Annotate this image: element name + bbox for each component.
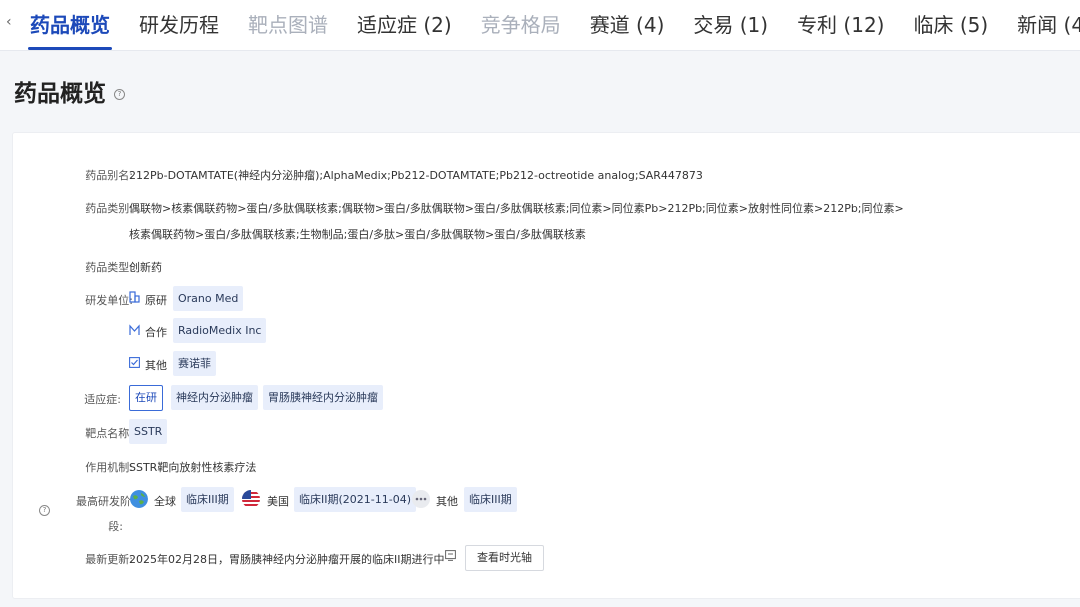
developer-tag-1[interactable]: Orano Med [173, 286, 244, 311]
alias-label: 药品别名: [85, 169, 133, 182]
phase-tag-1[interactable]: 临床III期 [181, 487, 234, 512]
phase-label-line1: 最高研发阶 [76, 495, 131, 508]
page-title-text: 药品概览 [14, 81, 106, 107]
target-tag[interactable]: SSTR [129, 419, 168, 444]
phase-tag-2[interactable]: 临床II期(2021-11-04) [294, 487, 416, 512]
target-label: 靶点名称: [85, 427, 133, 440]
phase-label-line2: 段: [108, 520, 123, 533]
checkbox-icon [129, 357, 140, 371]
phase-help-icon[interactable]: ? [39, 505, 50, 516]
overview-card: 药品别名: 212Pb-DOTAMTATE(神经内分泌肿瘤);AlphaMedi… [12, 132, 1080, 599]
indication-tag-2[interactable]: 胃肠胰神经内分泌肿瘤 [263, 385, 383, 410]
type-label: 药品类型: [85, 261, 133, 274]
phase-region-2: 美国 [267, 495, 289, 508]
tabs: 药品概览 研发历程 靶点图谱 适应症 (2) 竞争格局 赛道 (4) 交易 (1) 专利 (1… [28, 0, 1080, 50]
tab-4[interactable]: 适应症 (2) [357, 0, 452, 50]
category-label: 药品类别: [85, 202, 133, 215]
tab-bar: ‹ 药品概览 研发历程 靶点图谱 适应症 (2) 竞争格局 赛道 (4) 交易 (1) 专利 … [0, 0, 1080, 51]
mechanism-label: 作用机制: [85, 461, 133, 474]
globe-icon [130, 490, 148, 508]
tab-5: 竞争格局 [480, 13, 561, 37]
mechanism-value: SSTR靶向放射性核素疗法 [129, 461, 257, 474]
tab-2[interactable]: 研发历程 [139, 0, 219, 50]
indication-tag-1[interactable]: 神经内分泌肿瘤 [171, 385, 258, 410]
indication-label: 适应症: [84, 393, 121, 406]
tab-7[interactable]: 交易 (1) [693, 0, 768, 50]
more-icon [412, 490, 430, 508]
category-line2: 核素偶联药物>蛋白/多肽偶联核素;生物制品;蛋白/多肽>蛋白/多肽偶联物>蛋白/… [129, 228, 586, 241]
page-title: 药品概览? [14, 74, 125, 108]
alias-value: 212Pb-DOTAMTATE(神经内分泌肿瘤);AlphaMedix;Pb21… [129, 169, 703, 182]
developer-label: 研发单位: [85, 294, 133, 307]
help-icon[interactable]: ? [114, 89, 125, 100]
category-line1: 偶联物>核素偶联药物>蛋白/多肽偶联核素;偶联物>蛋白/多肽偶联物>蛋白/多肽偶… [129, 202, 904, 215]
update-value: 2025年02月28日，胃肠胰神经内分泌肿瘤开展的临床II期进行中 [129, 553, 445, 566]
phase-tag-3[interactable]: 临床III期 [464, 487, 517, 512]
tab-10[interactable]: 新闻 (4) [1017, 0, 1080, 50]
update-label: 最新更新: [85, 553, 133, 566]
developer-tag-2[interactable]: RadioMedix Inc [173, 318, 267, 343]
developer-role-3: 其他 [145, 359, 167, 372]
tab-3: 靶点图谱 [248, 13, 328, 37]
tab-6[interactable]: 赛道 (4) [590, 0, 665, 50]
view-timeline-button[interactable]: 查看时光轴 [465, 545, 544, 571]
scroll-left-icon[interactable]: ‹ [6, 14, 12, 30]
partner-icon [129, 324, 140, 339]
tab-8[interactable]: 专利 (12) [797, 0, 884, 50]
indication-status-tag[interactable]: 在研 [129, 385, 163, 411]
phase-region-1: 全球 [154, 495, 176, 508]
type-value: 创新药 [129, 261, 162, 274]
tab-1[interactable]: 药品概览 [28, 0, 112, 50]
us-flag-icon [242, 490, 260, 508]
building-icon [129, 291, 140, 306]
developer-tag-3[interactable]: 赛诺菲 [173, 351, 216, 376]
phase-region-3: 其他 [436, 495, 458, 508]
tab-9[interactable]: 临床 (5) [913, 0, 988, 50]
developer-role-2: 合作 [145, 326, 167, 339]
developer-role-1: 原研 [145, 294, 167, 307]
source-icon[interactable] [445, 550, 456, 564]
